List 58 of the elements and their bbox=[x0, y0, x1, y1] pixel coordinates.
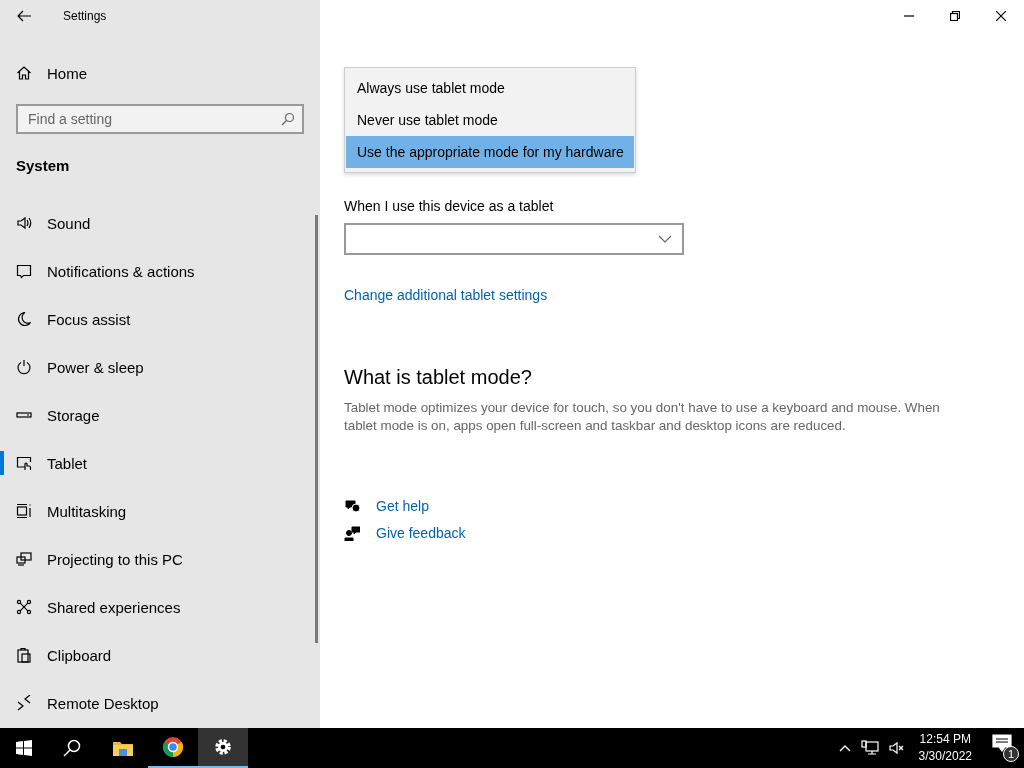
monitor-icon bbox=[16, 551, 32, 567]
speaker-icon bbox=[16, 215, 32, 231]
search-icon bbox=[63, 739, 81, 757]
search-icon bbox=[281, 112, 295, 126]
dropdown-option[interactable]: Always use tablet mode bbox=[346, 72, 634, 104]
home-link[interactable]: Home bbox=[0, 60, 320, 86]
sidebar-item[interactable]: Storage bbox=[0, 391, 320, 439]
clipboard-icon bbox=[16, 647, 32, 663]
person-speech-icon bbox=[344, 525, 360, 541]
dropdown-option[interactable]: Never use tablet mode bbox=[346, 104, 634, 136]
settings-link[interactable]: Change additional tablet settings bbox=[344, 287, 548, 303]
dropdown[interactable] bbox=[344, 223, 684, 255]
sidebar-item[interactable]: Projecting to this PC bbox=[0, 535, 320, 583]
sidebar-item[interactable]: Focus assist bbox=[0, 295, 320, 343]
muted-speaker-icon bbox=[888, 741, 905, 755]
description-text: Tablet mode optimizes your device for touch, so you don't have to use a keyboard and mouse. When tablet mode is on, apps open full-screen and taskbar and desktop icons are reduced. bbox=[344, 399, 941, 435]
back-arrow-icon bbox=[16, 8, 32, 24]
window-title: Settings bbox=[63, 9, 107, 23]
notification-count: 1 bbox=[1003, 746, 1019, 762]
network-nodes-icon bbox=[16, 599, 32, 615]
sidebar-item[interactable]: Shared experiences bbox=[0, 583, 320, 631]
dropdown-option[interactable]: Use the appropriate mode for my hardware bbox=[346, 136, 634, 168]
moon-icon bbox=[16, 311, 32, 327]
scrollbar[interactable] bbox=[315, 215, 318, 643]
dropdown-label: When I use this device as a tablet bbox=[344, 198, 554, 214]
speech-bubbles-icon bbox=[344, 498, 360, 514]
sidebar-item[interactable]: Power & sleep bbox=[0, 343, 320, 391]
speech-bubble-icon bbox=[16, 263, 32, 279]
sidebar-item[interactable]: Remote Desktop bbox=[0, 679, 320, 727]
sidebar-item[interactable]: Sound bbox=[0, 199, 320, 247]
close-icon bbox=[996, 11, 1006, 21]
notification-button[interactable]: 1 bbox=[992, 734, 1016, 762]
power-icon bbox=[16, 359, 32, 375]
chevron-up-icon bbox=[838, 744, 851, 752]
chevron-down-icon bbox=[658, 235, 672, 243]
search-field[interactable]: Find a setting bbox=[16, 104, 304, 134]
section-heading: System bbox=[16, 157, 70, 174]
house-icon bbox=[16, 65, 32, 81]
gear-icon bbox=[213, 737, 233, 757]
sidebar-item[interactable]: Clipboard bbox=[0, 631, 320, 679]
message-icon bbox=[992, 734, 1012, 752]
windows-logo-icon bbox=[16, 740, 32, 756]
tablet-hand-icon bbox=[16, 455, 32, 471]
remote-arrows-icon bbox=[16, 695, 32, 711]
sidebar-item[interactable]: Notifications & actions bbox=[0, 247, 320, 295]
section-heading: What is tablet mode? bbox=[344, 366, 532, 389]
help-link[interactable]: Get help bbox=[376, 498, 429, 514]
sidebar-item[interactable]: Tablet bbox=[0, 439, 320, 487]
multitasking-icon bbox=[16, 503, 32, 519]
clock-time: 12:54 PM bbox=[919, 731, 971, 748]
help-link[interactable]: Give feedback bbox=[376, 525, 466, 541]
browser-icon bbox=[162, 736, 184, 758]
taskbar-app-button[interactable] bbox=[198, 728, 248, 768]
network-icon bbox=[860, 740, 879, 756]
sidebar-item[interactable]: Multitasking bbox=[0, 487, 320, 535]
clock-date: 3/30/2022 bbox=[918, 748, 972, 765]
folder-icon bbox=[112, 739, 134, 757]
restore-icon bbox=[950, 11, 960, 21]
